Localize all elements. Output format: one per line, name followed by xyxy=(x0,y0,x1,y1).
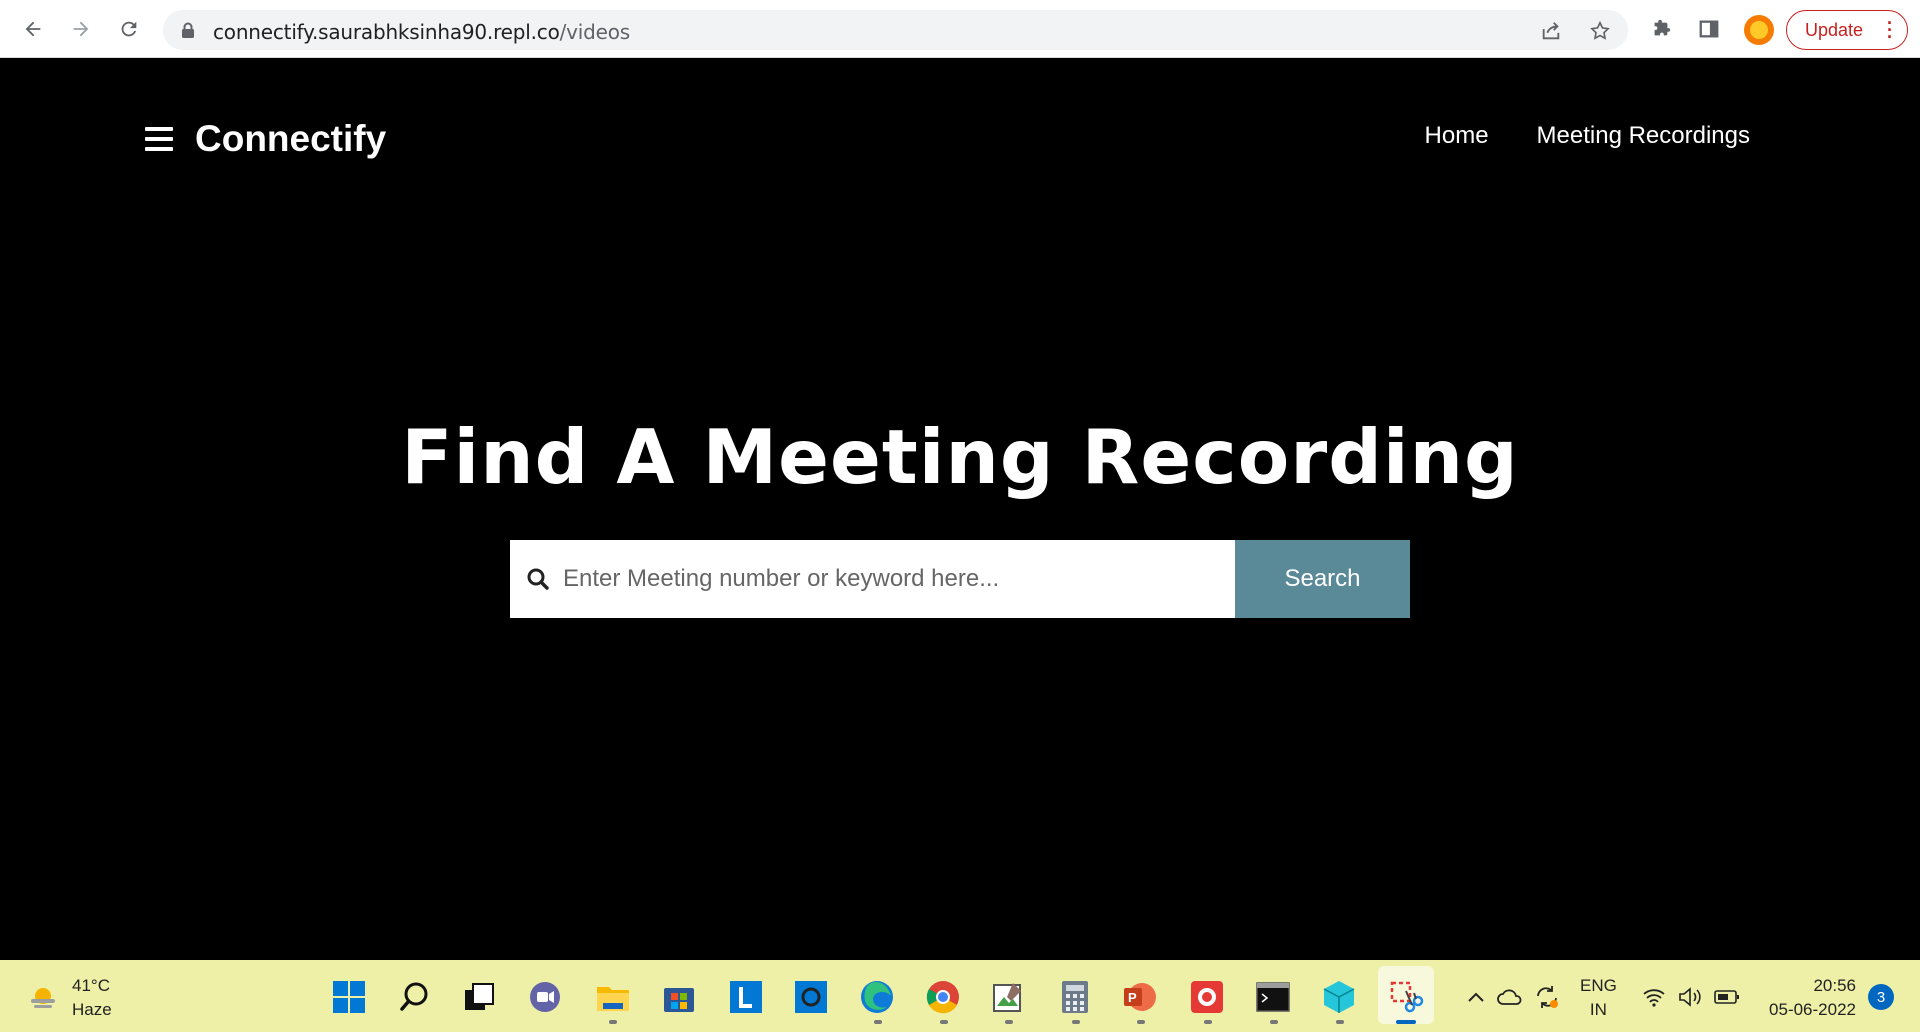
search-button[interactable]: Search xyxy=(1235,540,1410,618)
search-box[interactable] xyxy=(510,540,1235,618)
screen-recorder-icon[interactable] xyxy=(1188,978,1226,1016)
lock-icon xyxy=(181,22,195,43)
update-button[interactable]: Update · · · xyxy=(1786,10,1908,50)
reload-icon[interactable] xyxy=(114,14,144,44)
chrome-icon[interactable] xyxy=(924,978,962,1016)
side-panel-icon[interactable] xyxy=(1695,15,1723,43)
weather-widget[interactable]: 41°C Haze xyxy=(28,974,112,1022)
notification-badge[interactable]: 3 xyxy=(1868,984,1894,1010)
site-nav: Home Meeting Recordings xyxy=(1425,122,1750,150)
brand-name[interactable]: Connectify xyxy=(195,118,386,160)
profile-avatar[interactable] xyxy=(1744,15,1774,45)
file-explorer-icon[interactable] xyxy=(594,978,632,1016)
onedrive-cloud-icon[interactable] xyxy=(1497,984,1523,1010)
page-content: Connectify Home Meeting Recordings Find … xyxy=(0,58,1920,960)
windows-start-icon[interactable] xyxy=(330,978,368,1016)
search-input[interactable] xyxy=(563,540,1223,618)
volume-icon[interactable] xyxy=(1677,984,1703,1010)
edge-icon[interactable] xyxy=(858,978,896,1016)
running-indicator xyxy=(1005,1020,1013,1024)
system-clock[interactable]: 20:56 05-06-2022 xyxy=(1769,974,1856,1022)
forward-icon[interactable] xyxy=(66,14,96,44)
l-app-icon[interactable] xyxy=(727,978,765,1016)
browser-toolbar: connectify.saurabhksinha90.repl.co/video… xyxy=(0,0,1920,58)
site-brand[interactable]: Connectify xyxy=(145,118,386,160)
search-icon xyxy=(526,567,550,596)
weather-desc: Haze xyxy=(72,1000,112,1019)
weather-haze-icon xyxy=(28,983,58,1013)
running-indicator xyxy=(940,1020,948,1024)
svg-text:P: P xyxy=(1128,990,1137,1005)
share-icon[interactable] xyxy=(1539,19,1563,43)
search-taskbar-icon[interactable] xyxy=(396,978,434,1016)
language-indicator[interactable]: ENG IN xyxy=(1580,974,1617,1022)
back-icon[interactable] xyxy=(18,14,48,44)
cortana-icon[interactable] xyxy=(792,978,830,1016)
running-indicator xyxy=(609,1020,617,1024)
powerpoint-icon[interactable]: P xyxy=(1121,978,1159,1016)
paint-app-icon[interactable] xyxy=(989,978,1027,1016)
chevron-up-icon[interactable] xyxy=(1463,984,1489,1010)
microsoft-store-icon[interactable] xyxy=(660,978,698,1016)
running-indicator xyxy=(1270,1020,1278,1024)
active-app-indicator xyxy=(1396,1020,1416,1024)
running-indicator xyxy=(1072,1020,1080,1024)
task-view-icon[interactable] xyxy=(460,978,498,1016)
more-menu-icon[interactable]: · · · xyxy=(1887,14,1893,46)
battery-icon[interactable] xyxy=(1714,984,1740,1010)
windows-taskbar: 41°C Haze P ENG IN 20:56 05-06-2022 3 xyxy=(0,960,1920,1032)
running-indicator xyxy=(874,1020,882,1024)
nav-link-meeting-recordings[interactable]: Meeting Recordings xyxy=(1537,122,1750,150)
snipping-tool-icon[interactable] xyxy=(1387,978,1425,1016)
search-bar: Search xyxy=(510,540,1410,618)
hamburger-menu-icon[interactable] xyxy=(145,127,173,151)
teams-chat-icon[interactable] xyxy=(526,978,564,1016)
weather-temp: 41°C xyxy=(72,976,110,995)
3d-viewer-icon[interactable] xyxy=(1320,978,1358,1016)
running-indicator xyxy=(1137,1020,1145,1024)
calculator-icon[interactable] xyxy=(1056,978,1094,1016)
extensions-icon[interactable] xyxy=(1647,15,1675,43)
terminal-icon[interactable] xyxy=(1254,978,1292,1016)
nav-link-home[interactable]: Home xyxy=(1425,122,1489,150)
bookmark-star-icon[interactable] xyxy=(1588,19,1612,43)
address-bar[interactable]: connectify.saurabhksinha90.repl.co/video… xyxy=(163,10,1628,50)
running-indicator xyxy=(1336,1020,1344,1024)
wifi-icon[interactable] xyxy=(1641,984,1667,1010)
running-indicator xyxy=(1204,1020,1212,1024)
hero-title: Find A Meeting Recording xyxy=(401,413,1519,501)
url-text: connectify.saurabhksinha90.repl.co/video… xyxy=(213,20,631,44)
sync-icon[interactable] xyxy=(1534,984,1560,1010)
